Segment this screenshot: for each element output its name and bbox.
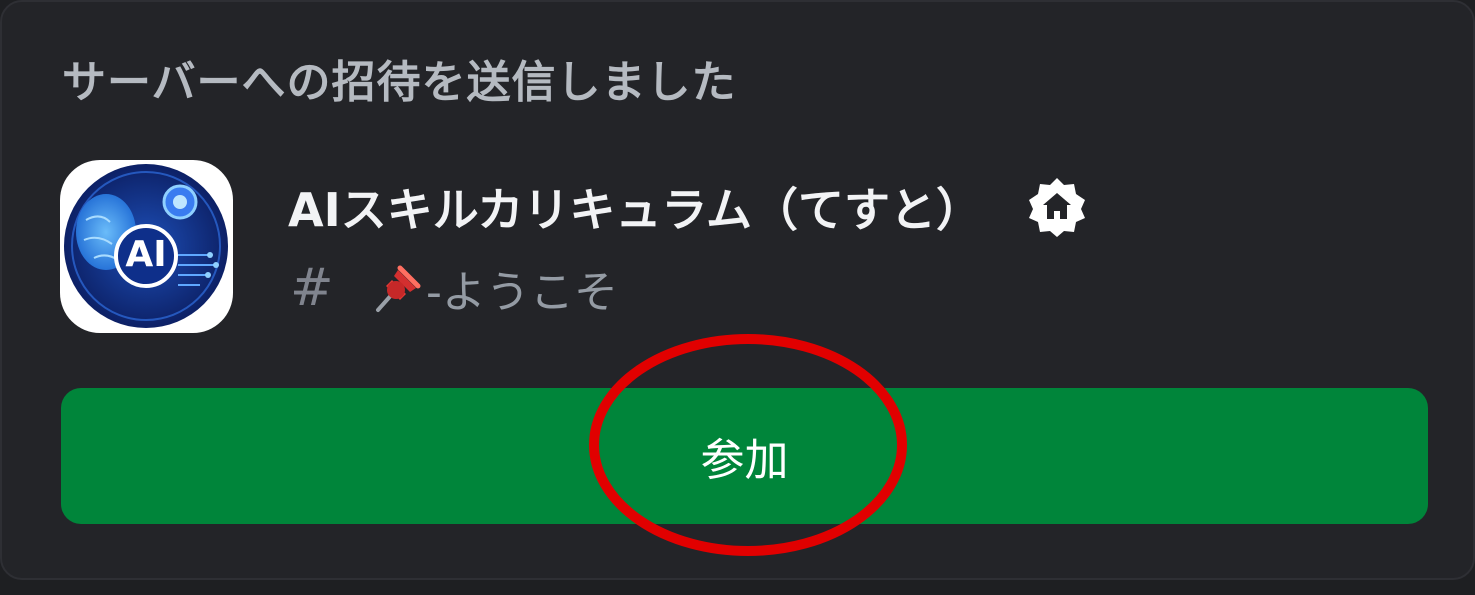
invite-header: サーバーへの招待を送信しました	[62, 57, 737, 108]
home-badge-icon	[1026, 176, 1088, 238]
invite-card: サーバーへの招待を送信しました AI AIスキルカリキュラム（てすと） # -よ…	[0, 0, 1475, 580]
ai-brain-server-icon[interactable]: AI	[60, 160, 233, 333]
join-button-label: 参加	[700, 435, 789, 486]
pushpin-icon	[372, 262, 424, 314]
server-icon-text: AI	[125, 234, 167, 275]
join-button[interactable]: 参加	[61, 388, 1428, 524]
channel-hash-icon: #	[290, 258, 334, 318]
channel-row[interactable]: # -ようこそ	[290, 256, 618, 320]
server-name: AIスキルカリキュラム（てすと）	[288, 183, 982, 237]
server-name-row: AIスキルカリキュラム（てすと）	[288, 174, 1088, 240]
channel-name: -ようこそ	[426, 267, 618, 318]
